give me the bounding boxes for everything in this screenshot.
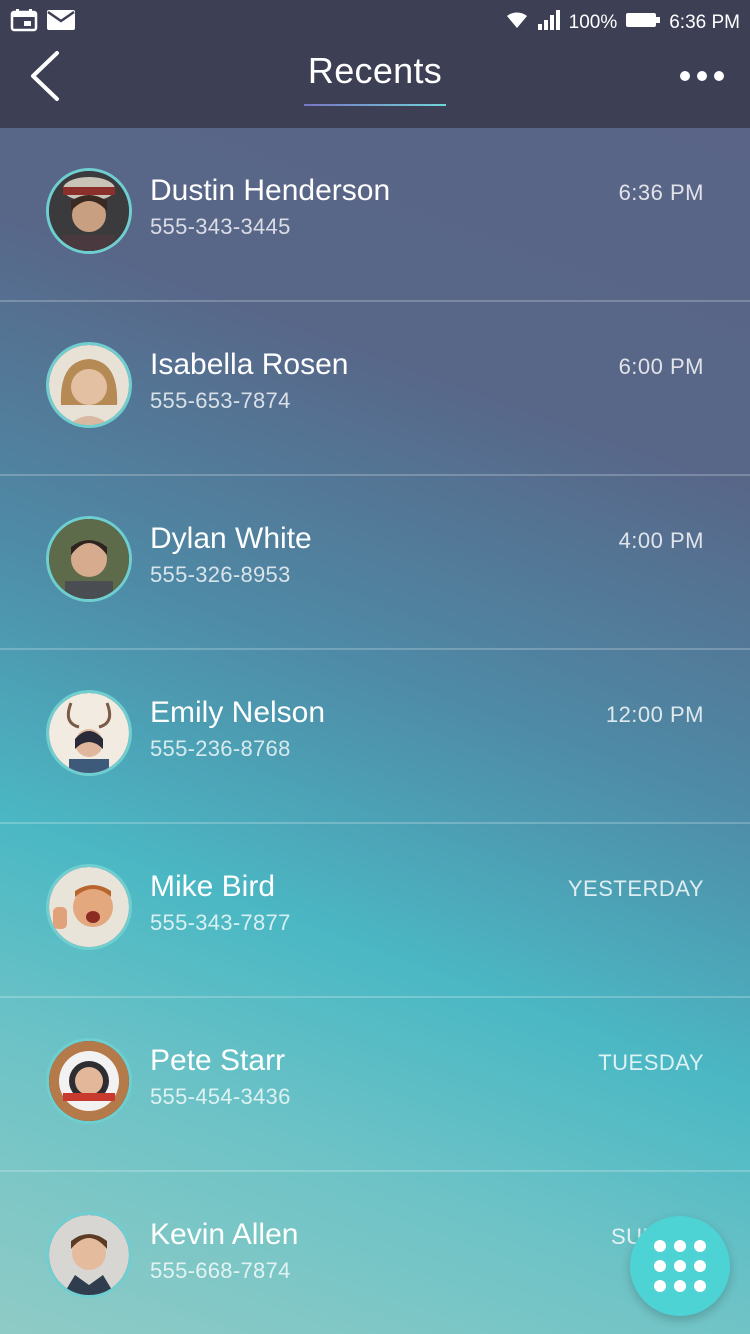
call-time: 6:00 PM xyxy=(618,354,704,379)
status-left xyxy=(10,8,76,38)
list-item[interactable]: Pete Starr 555-454-3436 TUESDAY xyxy=(0,998,750,1172)
contact-name: Emily Nelson xyxy=(150,696,326,729)
more-dot xyxy=(714,71,724,81)
list-item[interactable]: Dylan White 555-326-8953 4:00 PM xyxy=(0,476,750,650)
recents-list: Dustin Henderson 555-343-3445 6:36 PM Is… xyxy=(0,128,750,1334)
more-dots-icon xyxy=(680,71,690,81)
calendar-icon xyxy=(10,8,38,38)
contact-name: Kevin Allen xyxy=(150,1218,299,1251)
avatar xyxy=(46,690,132,776)
call-time: 6:36 PM xyxy=(618,180,704,205)
contact-name: Dylan White xyxy=(150,522,312,555)
title-underline xyxy=(304,104,446,106)
call-time: 12:00 PM xyxy=(605,702,704,727)
battery-percent: 100% xyxy=(568,12,618,33)
status-right: 100% 6:36 PM xyxy=(505,9,740,37)
more-dot xyxy=(697,71,707,81)
dialpad-dot xyxy=(654,1280,666,1292)
mail-icon xyxy=(46,8,76,38)
list-item[interactable]: Isabella Rosen 555-653-7874 6:00 PM xyxy=(0,302,750,476)
contact-phone: 555-343-7877 xyxy=(150,910,291,935)
list-item[interactable]: Dustin Henderson 555-343-3445 6:36 PM xyxy=(0,128,750,302)
wifi-icon xyxy=(505,10,529,36)
avatar xyxy=(46,342,132,428)
dialpad-button[interactable] xyxy=(630,1216,730,1316)
signal-icon xyxy=(537,9,561,37)
contact-phone: 555-653-7874 xyxy=(150,388,291,413)
call-time: 4:00 PM xyxy=(618,528,704,553)
avatar xyxy=(46,864,132,950)
contact-phone: 555-454-3436 xyxy=(150,1084,291,1109)
avatar xyxy=(46,1038,132,1124)
dialpad-dot xyxy=(694,1280,706,1292)
dialpad-dot xyxy=(674,1240,686,1252)
contact-phone: 555-326-8953 xyxy=(150,562,291,587)
contact-name: Isabella Rosen xyxy=(150,348,349,381)
contact-phone: 555-236-8768 xyxy=(150,736,291,761)
call-time: TUESDAY xyxy=(598,1050,704,1075)
contact-phone: 555-343-3445 xyxy=(150,214,291,239)
status-bar: 100% 6:36 PM xyxy=(0,0,750,46)
dialpad-dot xyxy=(674,1280,686,1292)
contact-phone: 555-668-7874 xyxy=(150,1258,291,1283)
app-header: Recents xyxy=(0,46,750,128)
avatar xyxy=(46,168,132,254)
dialpad-dot xyxy=(674,1260,686,1272)
list-item[interactable]: Mike Bird 555-343-7877 YESTERDAY xyxy=(0,824,750,998)
status-time: 6:36 PM xyxy=(669,12,740,33)
more-options-button[interactable] xyxy=(680,64,724,88)
contact-name: Dustin Henderson xyxy=(150,174,391,207)
battery-icon xyxy=(625,11,661,35)
dialpad-dot xyxy=(694,1240,706,1252)
contact-name: Pete Starr xyxy=(150,1044,286,1077)
avatar xyxy=(46,1212,132,1298)
avatar xyxy=(46,516,132,602)
call-time: YESTERDAY xyxy=(567,876,704,901)
page-title: Recents xyxy=(307,50,443,91)
dialpad-dot xyxy=(654,1260,666,1272)
dialpad-icon xyxy=(654,1240,666,1252)
contact-name: Mike Bird xyxy=(150,870,276,903)
dialpad-dot xyxy=(694,1260,706,1272)
list-item[interactable]: Emily Nelson 555-236-8768 12:00 PM xyxy=(0,650,750,824)
